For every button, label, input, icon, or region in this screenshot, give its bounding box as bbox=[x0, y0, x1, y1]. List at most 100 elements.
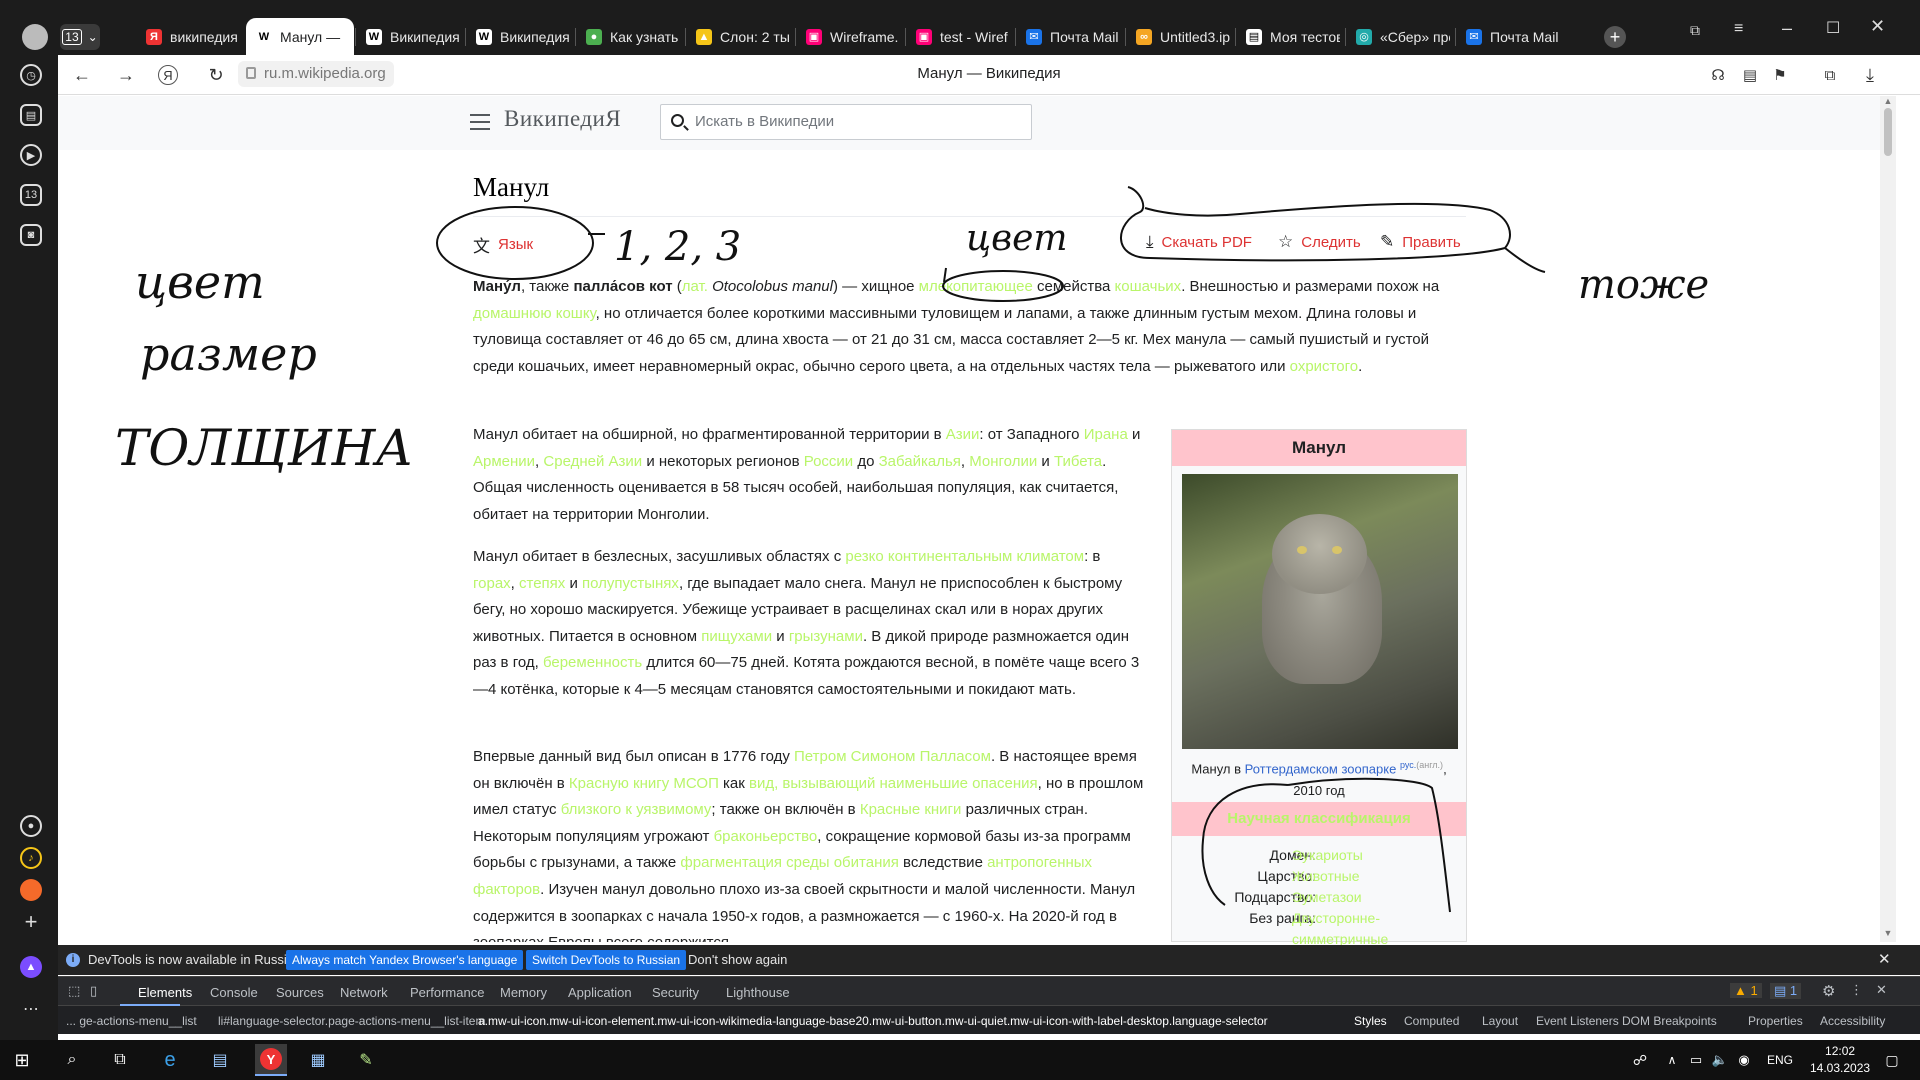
battery-icon[interactable]: ▭ bbox=[1684, 1048, 1708, 1072]
tab-11[interactable]: ◎ «Сбер» пре bbox=[1346, 18, 1450, 55]
internet-explorer-icon[interactable]: e bbox=[158, 1048, 182, 1072]
more-icon[interactable]: ⋯ bbox=[20, 998, 42, 1020]
tab-3[interactable]: W Википедия bbox=[466, 18, 570, 55]
devtools-tab[interactable]: Console bbox=[210, 985, 258, 1000]
devtools-side-tab[interactable]: Computed bbox=[1404, 1014, 1459, 1028]
reload-icon[interactable]: ↻ bbox=[204, 63, 228, 87]
wiki-link[interactable]: Петром Симоном Палласом bbox=[794, 748, 991, 765]
tab-0[interactable]: Явикипедия bbox=[136, 18, 240, 55]
wiki-link[interactable]: Тибета bbox=[1054, 453, 1102, 470]
people-icon[interactable]: ☍ bbox=[1628, 1048, 1652, 1072]
close-icon[interactable]: ✕ bbox=[1878, 950, 1891, 968]
tab-9[interactable]: ∞ Untitled3.ip bbox=[1126, 18, 1230, 55]
wiki-link[interactable]: млекопитающее bbox=[919, 278, 1033, 295]
dont-show-again-link[interactable]: Don't show again bbox=[688, 952, 787, 967]
tray-chevron-icon[interactable]: ∧ bbox=[1660, 1048, 1684, 1072]
switch-language-button[interactable]: Switch DevTools to Russian bbox=[526, 950, 687, 970]
profile-avatar[interactable] bbox=[22, 24, 48, 50]
download-icon[interactable]: ⤓ bbox=[1858, 63, 1882, 87]
devtools-tab[interactable]: Lighthouse bbox=[726, 985, 790, 1000]
devtools-tab[interactable]: Network bbox=[340, 985, 388, 1000]
app-icon[interactable]: ▦ bbox=[306, 1048, 330, 1072]
scroll-up-icon[interactable]: ▲ bbox=[1880, 96, 1896, 106]
devtools-tab[interactable]: Elements bbox=[138, 985, 192, 1000]
devtools-side-tab[interactable]: DOM Breakpoints bbox=[1622, 1014, 1717, 1028]
devtools-tab[interactable]: Security bbox=[652, 985, 699, 1000]
devtools-side-tab[interactable]: Layout bbox=[1482, 1014, 1518, 1028]
tab-12[interactable]: ✉ Почта Mail bbox=[1456, 18, 1560, 55]
volume-icon[interactable]: 🔈 bbox=[1708, 1048, 1732, 1072]
menu-icon[interactable]: ≡ bbox=[1734, 20, 1743, 38]
inspect-icon[interactable]: ⬚ bbox=[68, 983, 80, 999]
language-button[interactable]: 文 Язык bbox=[473, 232, 533, 257]
caption-sup-en[interactable]: (англ.) bbox=[1416, 760, 1443, 770]
crumb[interactable]: ... ge-actions-menu__list bbox=[66, 1014, 197, 1028]
wiki-link[interactable]: вид, вызывающий наименьшие опасения bbox=[749, 775, 1038, 792]
devtools-side-tab[interactable]: Accessibility bbox=[1820, 1014, 1885, 1028]
back-icon[interactable]: ← bbox=[70, 63, 94, 87]
alice-icon[interactable]: ● bbox=[20, 815, 42, 837]
wiki-link[interactable]: Красные книги bbox=[860, 801, 962, 818]
pumpkin-icon[interactable] bbox=[20, 879, 42, 901]
tab-5[interactable]: ▲ Слон: 2 тыс bbox=[686, 18, 790, 55]
taxonomy-value[interactable]: Эуметазои bbox=[1292, 887, 1362, 908]
devtools-tab[interactable]: Memory bbox=[500, 985, 547, 1000]
gear-icon[interactable]: ⚙ bbox=[1822, 982, 1835, 1000]
notepad-icon[interactable]: ▤ bbox=[208, 1048, 232, 1072]
add-panel-icon[interactable]: + bbox=[20, 909, 42, 934]
collections-icon[interactable]: ▤ bbox=[20, 104, 42, 126]
message-badge[interactable]: ▤ 1 bbox=[1770, 983, 1802, 999]
history-icon[interactable]: ◷ bbox=[20, 64, 42, 86]
wiki-link[interactable]: пищухами bbox=[701, 628, 772, 645]
tab-10[interactable]: ▤ Моя тестов bbox=[1236, 18, 1340, 55]
windows-start-icon[interactable]: ⊞ bbox=[10, 1048, 34, 1072]
page-scrollbar[interactable] bbox=[1880, 96, 1896, 942]
yandex-music-icon[interactable]: ♪ bbox=[20, 847, 42, 869]
wiki-link[interactable]: Азии bbox=[946, 426, 980, 443]
crumb-active[interactable]: a.mw-ui-icon.mw-ui-icon-element.mw-ui-ic… bbox=[478, 1014, 1268, 1028]
tab-7[interactable]: ▣ test - Wiref bbox=[906, 18, 1010, 55]
search-input[interactable]: Искать в Википедии bbox=[660, 104, 1032, 140]
wiki-link[interactable]: домашнюю кошку bbox=[473, 305, 596, 322]
wiki-link[interactable]: фрагментация среды обитания bbox=[680, 854, 898, 871]
alice-assistant-icon[interactable]: ▲ bbox=[20, 956, 42, 978]
bookmark-icon[interactable]: ⚑ bbox=[1768, 63, 1792, 87]
tab-8[interactable]: ✉ Почта Mail bbox=[1016, 18, 1120, 55]
close-window-button[interactable]: ✕ bbox=[1870, 16, 1885, 37]
warning-badge[interactable]: ▲ 1 bbox=[1730, 983, 1762, 998]
tab-group-button[interactable]: 13 ⌄ bbox=[60, 24, 100, 50]
tab-6[interactable]: ▣ Wireframe. bbox=[796, 18, 900, 55]
wiki-link[interactable]: Монголии bbox=[969, 453, 1037, 470]
wiki-link[interactable]: Средней Азии bbox=[543, 453, 642, 470]
network-icon[interactable]: ◉ bbox=[1732, 1048, 1756, 1072]
watch-button[interactable]: ☆ Следить bbox=[1278, 232, 1361, 252]
bookmark-manager-icon[interactable]: ⧉ bbox=[1690, 22, 1700, 39]
wiki-link[interactable]: беременность bbox=[543, 654, 642, 671]
taxonomy-value[interactable]: Животные bbox=[1292, 866, 1360, 887]
match-language-button[interactable]: Always match Yandex Browser's language bbox=[286, 950, 524, 970]
manul-photo[interactable] bbox=[1182, 474, 1458, 749]
wiki-link[interactable]: лат. bbox=[682, 278, 708, 295]
collections-button-icon[interactable]: ⧉ bbox=[1818, 63, 1842, 87]
yandex-icon[interactable]: Я bbox=[158, 65, 178, 85]
wiki-logo[interactable]: ВикипедиЯ bbox=[504, 106, 621, 132]
wiki-link[interactable]: кошачьих bbox=[1115, 278, 1182, 295]
download-pdf-button[interactable]: ⤓ Скачать PDF bbox=[1146, 232, 1252, 252]
clock[interactable]: 12:02 14.03.2023 bbox=[1810, 1043, 1870, 1077]
wiki-link[interactable]: полупустынях bbox=[582, 575, 679, 592]
new-tab-button[interactable]: + bbox=[1604, 26, 1626, 48]
wiki-link[interactable]: Красную книгу МСОП bbox=[569, 775, 719, 792]
wiki-link[interactable]: грызунами bbox=[789, 628, 863, 645]
taxonomy-value[interactable]: Эукариоты bbox=[1292, 845, 1363, 866]
url-field[interactable]: ru.m.wikipedia.org bbox=[238, 61, 394, 87]
devtools-tab[interactable]: Sources bbox=[276, 985, 324, 1000]
wiki-link[interactable]: Армении bbox=[473, 453, 535, 470]
play-icon[interactable]: ▶ bbox=[20, 144, 42, 166]
devtools-tab[interactable]: Application bbox=[568, 985, 632, 1000]
devtools-side-tab[interactable]: Event Listeners bbox=[1536, 1014, 1619, 1028]
task-view-icon[interactable]: ⧉ bbox=[108, 1048, 132, 1072]
yandex-browser-taskbar[interactable]: Y bbox=[255, 1044, 287, 1076]
wiki-link[interactable]: близкого к уязвимому bbox=[561, 801, 712, 818]
wiki-link[interactable]: Забайкалья bbox=[879, 453, 961, 470]
paint-icon[interactable]: ✎ bbox=[354, 1048, 378, 1072]
